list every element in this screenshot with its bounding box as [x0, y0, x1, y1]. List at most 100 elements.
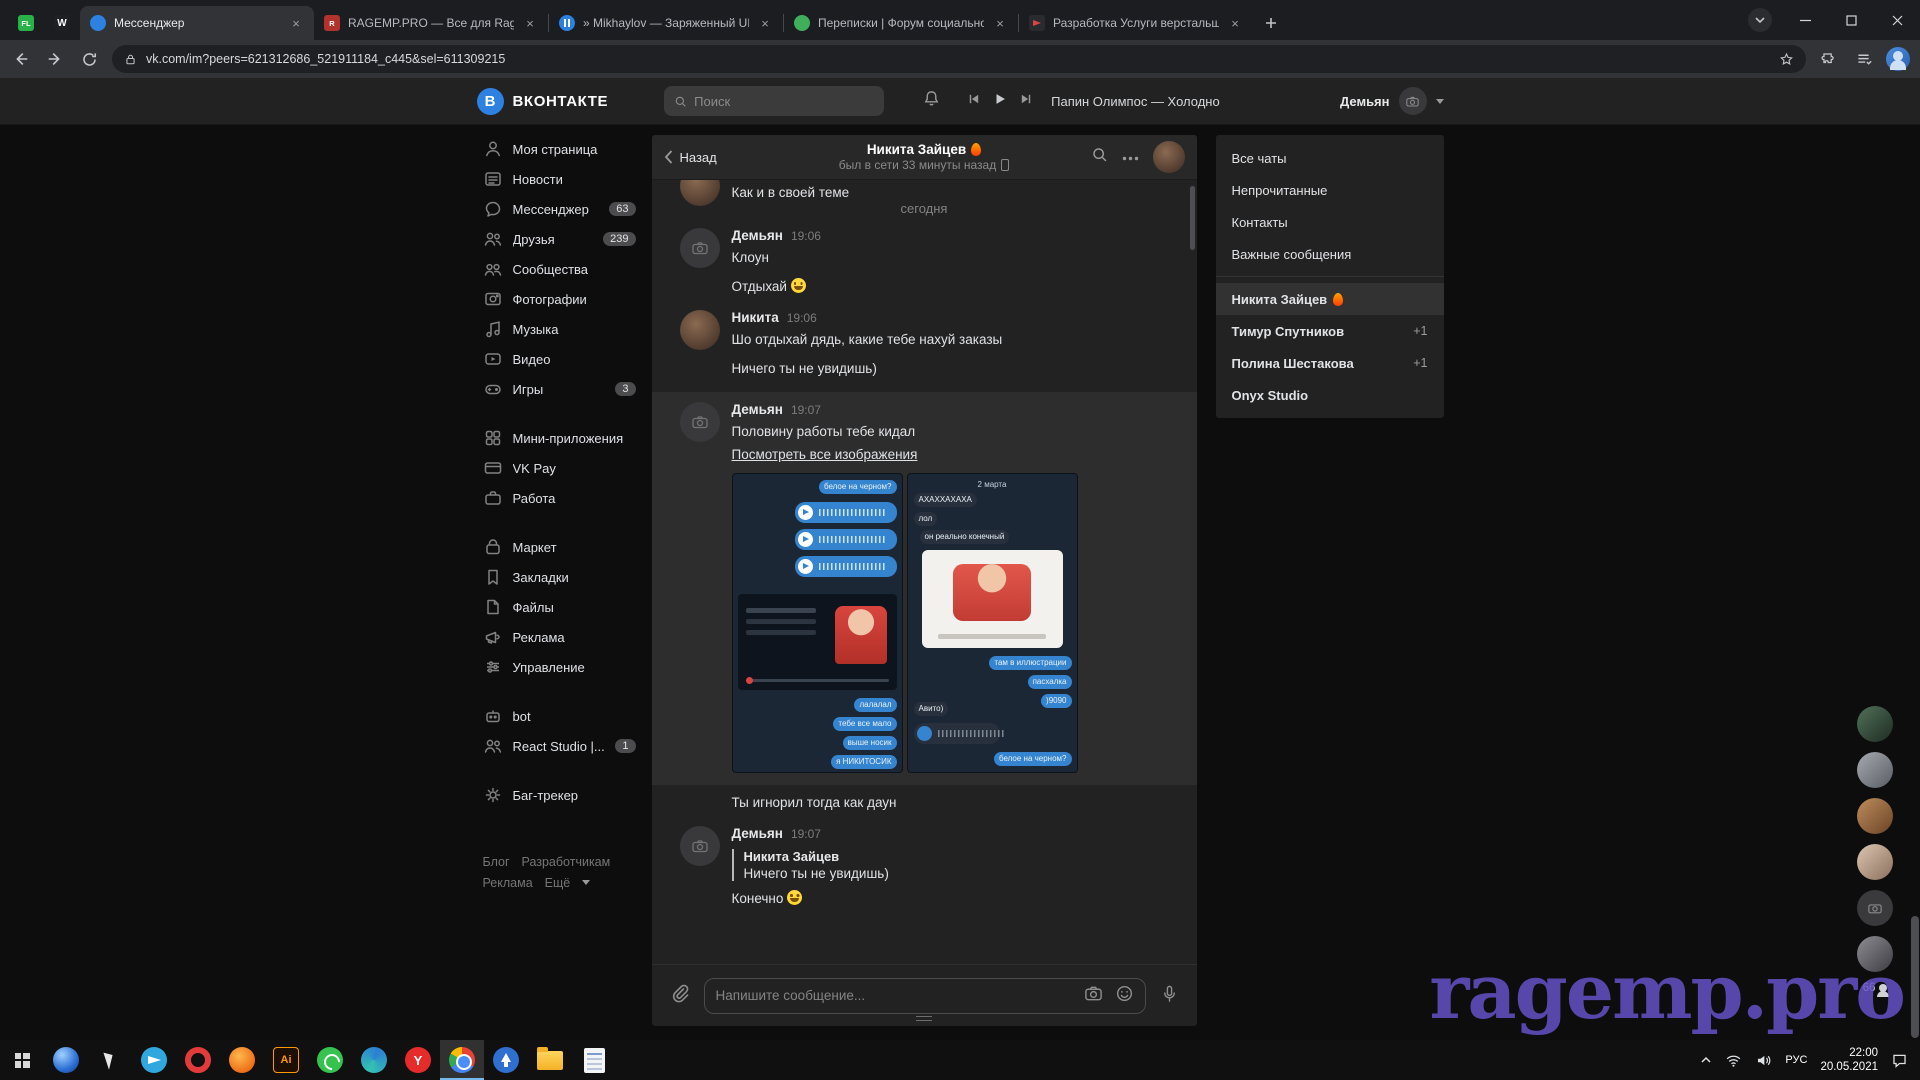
tab-messenger[interactable]: Мессенджер ×: [80, 6, 314, 40]
sidebar-item-vkpay[interactable]: VK Pay: [477, 453, 642, 483]
friend-avatar-camera[interactable]: [1857, 890, 1893, 926]
emoji-smile-icon[interactable]: [1115, 984, 1134, 1008]
sidebar-item-manage[interactable]: Управление: [477, 652, 642, 682]
vk-search-input[interactable]: [694, 94, 874, 109]
edge-icon[interactable]: [352, 1040, 396, 1080]
attachment-image-1[interactable]: белое на черном? лалалал тебе все мало в…: [732, 473, 903, 773]
address-bar[interactable]: vk.com/im?peers=621312686_521911184_c445…: [112, 45, 1806, 73]
ads-link[interactable]: Реклама: [483, 876, 533, 890]
illustrator-icon[interactable]: Ai: [264, 1040, 308, 1080]
now-playing-track[interactable]: Папин Олимпос — Холодно: [1051, 94, 1220, 109]
chat-peer-info[interactable]: Никита Зайцев был в сети 33 минуты назад: [839, 142, 1009, 172]
app-icon-blue-arrow[interactable]: [484, 1040, 528, 1080]
chat-more-icon[interactable]: [1122, 148, 1139, 166]
friend-avatar[interactable]: [1857, 752, 1893, 788]
sidebar-item-groups[interactable]: Сообщества: [477, 254, 642, 284]
friend-avatar[interactable]: [1857, 798, 1893, 834]
notifications-bell-icon[interactable]: [922, 89, 941, 113]
sender-avatar[interactable]: [680, 228, 720, 268]
keyboard-language[interactable]: РУС: [1785, 1054, 1807, 1066]
message-author[interactable]: Демьян: [732, 826, 783, 841]
page-scrollbar-thumb[interactable]: [1911, 916, 1919, 1038]
sidebar-item-bugtracker[interactable]: Баг-трекер: [477, 780, 642, 810]
sidebar-item-bot[interactable]: bot: [477, 701, 642, 731]
sidebar-item-messenger[interactable]: Мессенджер63: [477, 194, 642, 224]
app-icon-orange[interactable]: [220, 1040, 264, 1080]
message-input[interactable]: [716, 988, 1072, 1003]
message-author[interactable]: Демьян: [732, 228, 783, 243]
tab-close-icon[interactable]: ×: [1227, 15, 1243, 31]
url-text[interactable]: vk.com/im?peers=621312686_521911184_c445…: [146, 52, 1770, 66]
filter-all-chats[interactable]: Все чаты: [1216, 142, 1444, 174]
app-icon-cursor[interactable]: [88, 1040, 132, 1080]
tab-close-icon[interactable]: ×: [288, 15, 304, 31]
friend-avatar[interactable]: [1857, 844, 1893, 880]
maximize-button[interactable]: [1828, 0, 1874, 40]
sidebar-item-video[interactable]: Видео: [477, 344, 642, 374]
pinned-tab-wiki[interactable]: W: [44, 6, 80, 40]
sender-avatar[interactable]: [680, 402, 720, 442]
chat-scrollbar-thumb[interactable]: [1190, 186, 1195, 250]
player-play-icon[interactable]: [993, 92, 1007, 111]
more-link[interactable]: Ещё: [545, 876, 571, 890]
message-input-box[interactable]: [704, 978, 1146, 1014]
yandex-browser-icon[interactable]: Y: [396, 1040, 440, 1080]
message-author[interactable]: Никита: [732, 310, 779, 325]
chat-search-icon[interactable]: [1091, 146, 1108, 168]
photo-camera-icon[interactable]: [1084, 984, 1103, 1008]
pinned-tab-fl[interactable]: FL: [8, 6, 44, 40]
network-icon[interactable]: [1725, 1052, 1742, 1069]
chatlist-item-onyx[interactable]: Onyx Studio: [1216, 379, 1444, 411]
sidebar-item-jobs[interactable]: Работа: [477, 483, 642, 513]
developers-link[interactable]: Разработчикам: [522, 855, 611, 869]
player-prev-icon[interactable]: [967, 92, 981, 111]
sidebar-item-files[interactable]: Файлы: [477, 592, 642, 622]
tab-search-button[interactable]: [1748, 8, 1772, 32]
sidebar-item-bookmarks[interactable]: Закладки: [477, 562, 642, 592]
back-icon[interactable]: [10, 48, 32, 70]
attach-paperclip-icon[interactable]: [670, 983, 690, 1008]
chat-peer-avatar[interactable]: [1153, 141, 1185, 173]
volume-icon[interactable]: [1755, 1052, 1772, 1069]
tab-mikhaylov[interactable]: » Mikhaylov — Заряженный UI/ ×: [549, 6, 783, 40]
chatlist-item-timur[interactable]: Тимур Спутников+1: [1216, 315, 1444, 347]
sidebar-item-market[interactable]: Маркет: [477, 532, 642, 562]
sidebar-item-profile[interactable]: Моя страница: [477, 134, 642, 164]
bookmark-star-icon[interactable]: [1779, 52, 1794, 67]
friend-avatar[interactable]: [1857, 936, 1893, 972]
message-author[interactable]: Демьян: [732, 402, 783, 417]
messages-area[interactable]: сегодня Как и в своей теме Демьян19:06 К…: [652, 180, 1197, 964]
vk-user-menu[interactable]: Демьян: [1340, 87, 1444, 115]
tab-ragemp[interactable]: R RAGEMP.PRO — Все для RageMP ×: [314, 6, 548, 40]
vk-search-box[interactable]: [664, 86, 884, 116]
tray-chevron-up-icon[interactable]: [1700, 1054, 1712, 1066]
opera-icon[interactable]: [176, 1040, 220, 1080]
close-button[interactable]: [1874, 0, 1920, 40]
filter-important[interactable]: Важные сообщения: [1216, 238, 1444, 270]
notepad-icon[interactable]: [572, 1040, 616, 1080]
tab-close-icon[interactable]: ×: [992, 15, 1008, 31]
vk-logo-text[interactable]: ВКОНТАКТЕ: [513, 93, 609, 110]
whatsapp-icon[interactable]: [308, 1040, 352, 1080]
reading-list-icon[interactable]: [1852, 48, 1874, 70]
chrome-icon[interactable]: [440, 1040, 484, 1080]
message-group-selected[interactable]: Демьян19:07 Половину работы тебе кидал П…: [652, 392, 1197, 785]
sender-avatar[interactable]: [680, 826, 720, 866]
start-button[interactable]: [0, 1040, 44, 1080]
back-button[interactable]: Назад: [664, 150, 839, 165]
file-explorer-icon[interactable]: [528, 1040, 572, 1080]
sidebar-item-news[interactable]: Новости: [477, 164, 642, 194]
sidebar-item-react-studio[interactable]: React Studio |...1: [477, 731, 642, 761]
reply-quote[interactable]: Никита Зайцев Ничего ты не увидишь): [732, 849, 1169, 881]
sender-avatar[interactable]: [680, 310, 720, 350]
filter-unread[interactable]: Непрочитанные: [1216, 174, 1444, 206]
clock[interactable]: 22:00 20.05.2021: [1820, 1046, 1878, 1074]
action-center-icon[interactable]: [1891, 1052, 1908, 1069]
player-next-icon[interactable]: [1019, 92, 1033, 111]
tab-close-icon[interactable]: ×: [757, 15, 773, 31]
browser-profile-avatar[interactable]: [1886, 47, 1910, 71]
forward-icon[interactable]: [44, 48, 66, 70]
telegram-icon[interactable]: [132, 1040, 176, 1080]
attachment-image-2[interactable]: 2 марта АХАХХАХАХА лол он реально конечн…: [907, 473, 1078, 773]
show-all-images-link[interactable]: Посмотреть все изображения: [732, 447, 918, 462]
